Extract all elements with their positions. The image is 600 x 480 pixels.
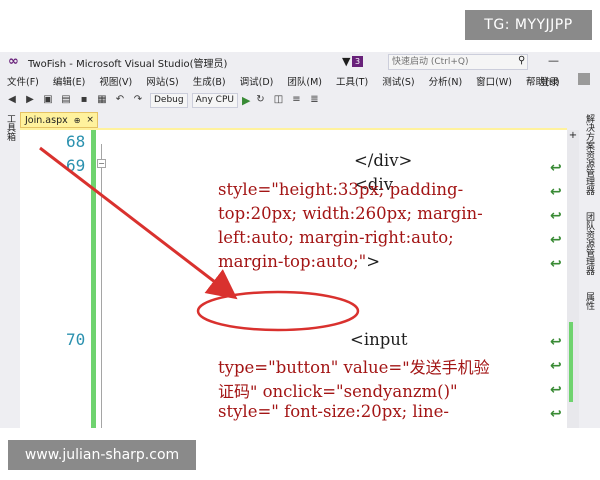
- word-wrap-icon: ↩: [550, 382, 562, 398]
- login-link[interactable]: 登录: [540, 74, 559, 88]
- menu-build[interactable]: 生成(B): [186, 74, 233, 88]
- browser-icon[interactable]: ◫: [272, 94, 284, 106]
- outlining-guide: [101, 144, 102, 428]
- menu-analyze[interactable]: 分析(N): [422, 74, 470, 88]
- visual-studio-window: ∞ TwoFish - Microsoft Visual Studio(管理员)…: [0, 52, 600, 428]
- code-line: left:auto; margin-right:auto;: [218, 228, 454, 247]
- start-debug-icon[interactable]: ▶: [242, 94, 250, 107]
- menu-window[interactable]: 窗口(W): [469, 74, 519, 88]
- line-number: 70: [66, 330, 86, 349]
- toolbox-label: 工具箱: [5, 114, 15, 141]
- close-icon[interactable]: ×: [86, 115, 94, 125]
- window-title: TwoFish - Microsoft Visual Studio(管理员): [28, 58, 228, 70]
- menu-website[interactable]: 网站(S): [139, 74, 185, 88]
- word-wrap-icon: ↩: [550, 256, 562, 272]
- menu-edit[interactable]: 编辑(E): [46, 74, 92, 88]
- line-number: 69: [66, 156, 86, 175]
- word-wrap-icon: ↩: [550, 232, 562, 248]
- tab-properties[interactable]: 属性: [583, 292, 596, 310]
- watermark-bottom: www.julian-sharp.com: [8, 440, 196, 470]
- undo-icon[interactable]: ↶: [114, 94, 126, 106]
- filter-icon[interactable]: ▼: [342, 55, 350, 68]
- comment-icon[interactable]: ≡: [290, 94, 302, 106]
- scroll-change-marker: [569, 322, 573, 402]
- configuration-select[interactable]: Debug: [150, 92, 188, 108]
- code-line: style=" font-size:20px; line-: [218, 402, 449, 421]
- word-wrap-icon: ↩: [550, 208, 562, 224]
- visual-studio-logo-icon: ∞: [8, 54, 19, 69]
- menu-debug[interactable]: 调试(D): [233, 74, 281, 88]
- menu-bar: 文件(F) 编辑(E) 视图(V) 网站(S) 生成(B) 调试(D) 团队(M…: [0, 72, 600, 90]
- document-tab-join-aspx[interactable]: Join.aspx ⊕ ×: [20, 112, 98, 128]
- tab-solution-explorer[interactable]: 解决方案资源管理器: [583, 114, 596, 195]
- screenshot-frame: ∞ TwoFish - Microsoft Visual Studio(管理员)…: [0, 0, 600, 480]
- line-number: 68: [66, 132, 86, 151]
- word-wrap-icon: ↩: [550, 406, 562, 422]
- pin-icon[interactable]: ⊕: [74, 116, 81, 125]
- collapse-toggle-icon[interactable]: −: [97, 159, 106, 168]
- code-line: top:20px; width:260px; margin-: [218, 204, 483, 223]
- quick-launch-input[interactable]: 快速启动 (Ctrl+Q): [388, 54, 528, 70]
- code-editor[interactable]: − 68 69 70 </div> <div style="height:33p…: [20, 130, 567, 428]
- save-icon[interactable]: ▪: [78, 94, 90, 106]
- word-wrap-icon: ↩: [550, 184, 562, 200]
- refresh-icon[interactable]: ↻: [254, 94, 266, 106]
- back-icon[interactable]: ◀: [6, 94, 18, 106]
- change-tracking-bar: [91, 130, 96, 428]
- toolbox-tab[interactable]: 工具箱: [0, 110, 20, 428]
- tab-team-explorer[interactable]: 团队资源管理器: [583, 212, 596, 275]
- document-tab-label: Join.aspx: [25, 114, 68, 126]
- platform-select[interactable]: Any CPU: [191, 92, 238, 108]
- toolbar: ◀ ▶ ▣ ▤ ▪ ▦ ↶ ↷ Debug Any CPU ▶ ↻ ◫ ≡ ≣: [0, 90, 600, 110]
- redo-icon[interactable]: ↷: [132, 94, 144, 106]
- search-icon[interactable]: ⚲: [518, 55, 525, 66]
- open-folder-icon[interactable]: ▤: [60, 94, 72, 106]
- menu-team[interactable]: 团队(M): [280, 74, 329, 88]
- menu-test[interactable]: 测试(S): [375, 74, 421, 88]
- word-wrap-icon: ↩: [550, 160, 562, 176]
- new-project-icon[interactable]: ▣: [42, 94, 54, 106]
- code-line: type="button" value="发送手机验: [218, 358, 490, 377]
- watermark-top: TG: MYYJJPP: [465, 10, 592, 40]
- code-line: style="height:33px; padding-: [218, 180, 464, 199]
- menu-file[interactable]: 文件(F): [0, 74, 46, 88]
- word-wrap-icon: ↩: [550, 334, 562, 350]
- word-wrap-icon: ↩: [550, 358, 562, 374]
- uncomment-icon[interactable]: ≣: [308, 94, 320, 106]
- save-all-icon[interactable]: ▦: [96, 94, 108, 106]
- forward-icon[interactable]: ▶: [24, 94, 36, 106]
- code-line: margin-top:auto;">: [218, 252, 381, 271]
- minimize-icon[interactable]: —: [548, 54, 559, 67]
- user-icon[interactable]: [578, 73, 590, 85]
- menu-tools[interactable]: 工具(T): [329, 74, 375, 88]
- code-line: 证码" onclick="sendyanzm()": [218, 382, 458, 401]
- notification-badge[interactable]: 3: [352, 56, 363, 67]
- split-window-icon[interactable]: +: [567, 130, 579, 142]
- code-line: <input: [350, 330, 408, 349]
- menu-view[interactable]: 视图(V): [92, 74, 139, 88]
